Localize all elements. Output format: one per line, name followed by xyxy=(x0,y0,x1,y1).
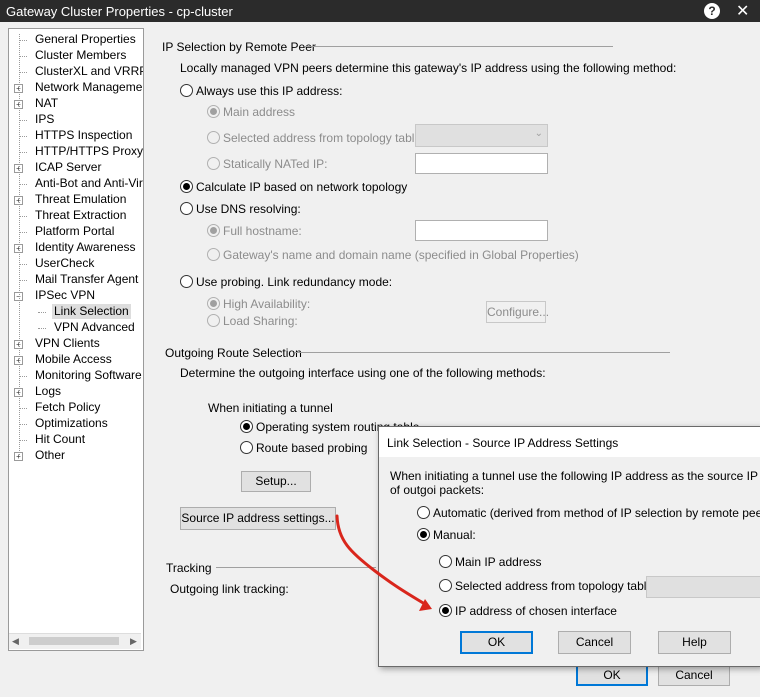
annotation-arrow xyxy=(335,514,432,611)
